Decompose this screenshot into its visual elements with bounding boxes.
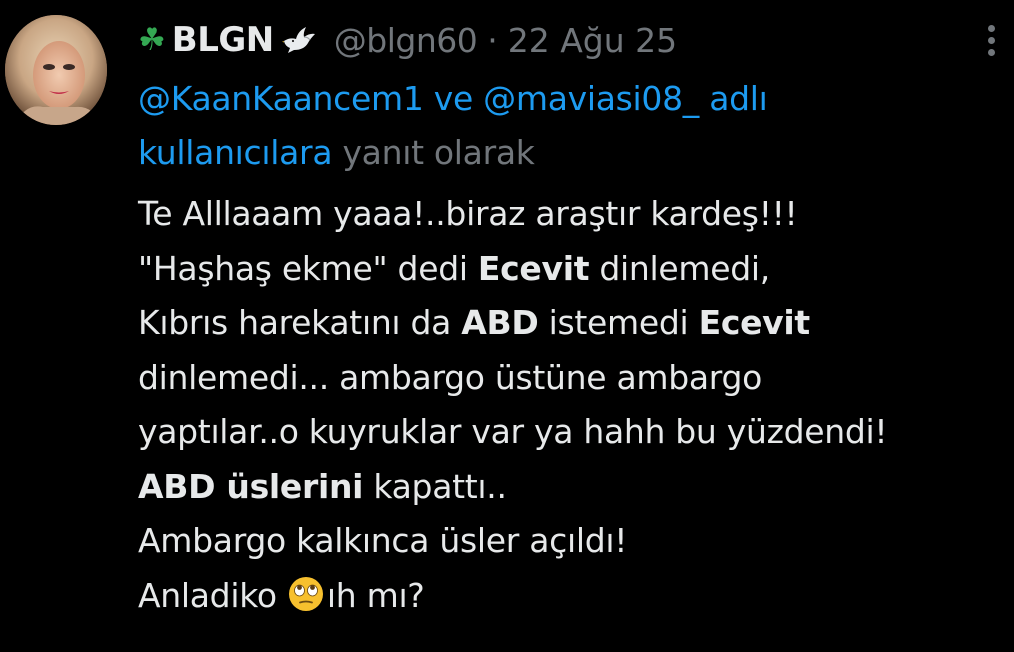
text-span: "Haşhaş ekme" dedi — [138, 248, 478, 288]
text-line: Ambargo kalkınca üsler açıldı! — [138, 514, 998, 569]
four-leaf-clover-icon: ☘ — [138, 21, 166, 58]
text-span: dinlemedi... ambargo üstüne ambargo — [138, 357, 763, 397]
text-span: Ambargo kalkınca üsler açıldı! — [138, 521, 628, 560]
more-dot-icon — [987, 24, 995, 32]
more-dot-icon — [987, 48, 995, 56]
text-line: Kıbrıs harekatını da ABD istemedi Ecevit — [138, 296, 998, 351]
text-span: yaptılar..o kuyruklar var ya hahh bu yüz… — [138, 412, 888, 451]
text-line: dinlemedi... ambargo üstüne ambargo — [138, 351, 998, 406]
user-handle[interactable]: @blgn60 — [334, 21, 478, 60]
text-line: yaptılar..o kuyruklar var ya hahh bu yüz… — [138, 405, 998, 460]
separator-dot: · — [487, 20, 498, 60]
text-span: kapattı.. — [363, 466, 507, 506]
text-span: ıh mı? — [326, 575, 425, 615]
tweet-header: ☘ BLGN @blgn60 · 22 Ağu 25 — [138, 14, 677, 66]
bold-text: Ecevit — [698, 303, 811, 342]
reply-label: yanıt olarak — [332, 133, 535, 172]
text-span: Anladiko — [138, 575, 287, 615]
more-dot-icon — [987, 36, 995, 44]
tweet[interactable]: ☘ BLGN @blgn60 · 22 Ağu 25 @KaanKaancem1… — [0, 0, 1014, 652]
avatar-photo — [5, 15, 107, 125]
more-options-button[interactable] — [978, 18, 1004, 62]
bold-text: Ecevit — [477, 248, 590, 288]
mention-link[interactable]: @KaanKaancem1 — [138, 79, 424, 118]
replying-to: @KaanKaancem1 ve @maviasi08_ adlı kullan… — [138, 72, 878, 180]
text-span: Kıbrıs harekatını da — [138, 303, 462, 342]
text-span: istemedi — [538, 303, 699, 342]
text-span: Te Alllaaam yaaa!..biraz araştır kardeş!… — [138, 194, 798, 233]
dove-icon — [281, 27, 315, 53]
connector-text[interactable]: ve — [424, 79, 484, 118]
bold-text: ABD üslerini — [138, 466, 364, 506]
tweet-text: Te Alllaaam yaaa!..biraz araştır kardeş!… — [138, 187, 998, 623]
rolling-eyes-emoji-icon — [288, 576, 323, 611]
display-name[interactable]: BLGN — [172, 20, 274, 60]
tweet-date[interactable]: 22 Ağu 25 — [508, 21, 677, 60]
text-span: dinlemedi, — [589, 248, 770, 288]
bold-text: ABD — [461, 303, 539, 342]
mention-link[interactable]: @maviasi08_ — [483, 79, 699, 118]
avatar[interactable] — [5, 15, 107, 125]
text-line: "Haşhaş ekme" dedi Ecevit dinlemedi, — [138, 242, 998, 297]
text-line: ABD üslerini kapattı.. — [138, 460, 998, 515]
text-line: Te Alllaaam yaaa!..biraz araştır kardeş!… — [138, 187, 998, 242]
text-line: Anladiko ıh mı? — [138, 569, 998, 624]
